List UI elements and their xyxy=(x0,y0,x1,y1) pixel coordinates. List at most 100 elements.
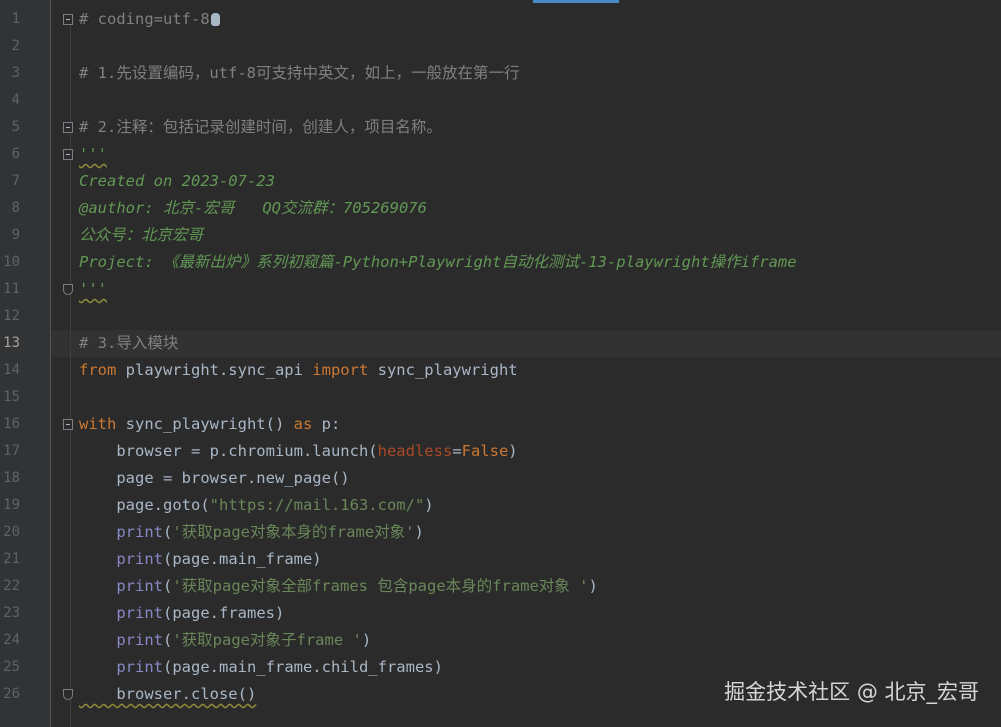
code-line[interactable]: 23 print(page.frames) xyxy=(0,600,1001,627)
code-line[interactable]: 11 ''' xyxy=(0,276,1001,303)
code-line[interactable]: 18 page = browser.new_page() xyxy=(0,465,1001,492)
code-line[interactable]: 7 Created on 2023-07-23 xyxy=(0,168,1001,195)
code-token: '获取page对象本身的frame对象' xyxy=(172,523,415,541)
line-number: 19 xyxy=(3,497,20,513)
fold-toggle-icon[interactable] xyxy=(63,419,73,430)
code-token: ) xyxy=(361,631,372,649)
code-text: print(page.frames) xyxy=(79,600,284,627)
code-token: Created on 2023-07-23 xyxy=(79,172,275,190)
code-text: browser.close() xyxy=(79,681,256,708)
code-line[interactable]: 20 print('获取page对象本身的frame对象') xyxy=(0,519,1001,546)
code-token: page.goto( xyxy=(79,496,210,514)
line-number: 26 xyxy=(3,686,20,702)
code-text: print(page.main_frame.child_frames) xyxy=(79,654,443,681)
code-editor[interactable]: 1 # coding=utf-8 2 3 # 1.先设置编码，utf-8可支持中英文，如… xyxy=(0,0,1001,727)
code-line[interactable]: 21 print(page.main_frame) xyxy=(0,546,1001,573)
code-line[interactable]: 16 with sync_playwright() as p: xyxy=(0,411,1001,438)
code-line[interactable]: 4 xyxy=(0,87,1001,114)
code-token: 公众号：北京宏哥 xyxy=(79,226,204,244)
line-number: 1 xyxy=(11,11,20,27)
active-tab-indicator xyxy=(533,0,619,3)
code-token: ( xyxy=(163,631,173,649)
code-token: ) xyxy=(588,577,598,595)
code-token: ''' xyxy=(79,280,107,298)
watermark: 掘金技术社区 @ 北京_宏哥 xyxy=(724,680,979,704)
code-token: # 2.注释：包括记录创建时间，创建人，项目名称。 xyxy=(79,118,442,136)
code-line[interactable]: 12 xyxy=(0,303,1001,330)
code-text: # 3.导入模块 xyxy=(79,330,178,357)
line-number: 7 xyxy=(11,173,20,189)
code-token: print xyxy=(116,604,163,622)
code-line[interactable]: 8 @author: 北京-宏哥 QQ交流群：705269076 xyxy=(0,195,1001,222)
fold-toggle-icon[interactable] xyxy=(63,149,73,160)
code-line[interactable]: 1 # coding=utf-8 xyxy=(0,6,1001,33)
code-token: print xyxy=(116,631,163,649)
code-text: ''' xyxy=(79,141,107,168)
code-token: from xyxy=(79,361,117,379)
code-token: sync_playwright xyxy=(368,361,518,379)
line-number: 14 xyxy=(3,362,20,378)
line-number: 2 xyxy=(11,38,20,54)
line-number: 6 xyxy=(11,146,20,162)
code-token: # 1.先设置编码，utf-8可支持中英文，如上，一般放在第一行 xyxy=(79,64,520,82)
line-number: 4 xyxy=(11,92,20,108)
code-text: with sync_playwright() as p: xyxy=(79,411,340,438)
code-token: print xyxy=(116,523,163,541)
line-number: 21 xyxy=(3,551,20,567)
code-token: (page.frames) xyxy=(163,604,285,622)
fold-toggle-icon[interactable] xyxy=(63,122,73,133)
code-line[interactable]: 6 ''' xyxy=(0,141,1001,168)
code-token: with xyxy=(79,415,117,433)
fold-toggle-icon[interactable] xyxy=(63,14,73,25)
code-line[interactable]: 14 from playwright.sync_api import sync_p… xyxy=(0,357,1001,384)
code-token: (page.main_frame.child_frames) xyxy=(163,658,443,676)
code-text: page.goto("https://mail.163.com/") xyxy=(79,492,433,519)
code-token: # coding=utf-8 xyxy=(79,10,210,28)
code-token: playwright.sync_api xyxy=(116,361,313,379)
line-number: 16 xyxy=(3,416,20,432)
code-token: import xyxy=(312,361,369,379)
code-line[interactable]: 5 # 2.注释：包括记录创建时间，创建人，项目名称。 xyxy=(0,114,1001,141)
code-text: # coding=utf-8 xyxy=(79,6,220,33)
fold-toggle-icon[interactable] xyxy=(63,284,73,295)
code-text: ''' xyxy=(79,276,107,303)
code-line[interactable]: 15 xyxy=(0,384,1001,411)
code-text: print('获取page对象本身的frame对象') xyxy=(79,519,424,546)
code-token: Project: 《最新出炉》系列初窥篇-Python+Playwright自动… xyxy=(79,253,797,271)
line-number: 17 xyxy=(3,443,20,459)
code-text: print('获取page对象全部frames 包含page本身的frame对象… xyxy=(79,573,598,600)
code-line[interactable]: 13 # 3.导入模块 xyxy=(0,330,1001,357)
code-line[interactable]: 10 Project: 《最新出炉》系列初窥篇-Python+Playwright… xyxy=(0,249,1001,276)
code-line[interactable]: 9 公众号：北京宏哥 xyxy=(0,222,1001,249)
code-line[interactable]: 17 browser = p.chromium.launch(headless=… xyxy=(0,438,1001,465)
code-line[interactable]: 24 print('获取page对象子frame ') xyxy=(0,627,1001,654)
code-token: print xyxy=(116,658,163,676)
code-line[interactable]: 19 page.goto("https://mail.163.com/") xyxy=(0,492,1001,519)
code-text: 公众号：北京宏哥 xyxy=(79,222,203,249)
line-number: 22 xyxy=(3,578,20,594)
code-token: ( xyxy=(163,523,173,541)
code-token: '获取page对象子frame ' xyxy=(172,631,362,649)
line-number: 23 xyxy=(3,605,20,621)
line-number: 13 xyxy=(3,335,20,351)
code-token: (page.main_frame) xyxy=(163,550,322,568)
code-line[interactable]: 2 xyxy=(0,33,1001,60)
line-number: 10 xyxy=(3,254,20,270)
code-line[interactable]: 3 # 1.先设置编码，utf-8可支持中英文，如上，一般放在第一行 xyxy=(0,60,1001,87)
code-token: ) xyxy=(414,523,424,541)
fold-toggle-icon[interactable] xyxy=(63,689,73,700)
line-number: 5 xyxy=(11,119,20,135)
code-token: print xyxy=(116,577,163,595)
code-text: print('获取page对象子frame ') xyxy=(79,627,371,654)
code-token: ( xyxy=(163,577,173,595)
code-token: = xyxy=(452,442,462,460)
code-token: '获取page对象全部frames 包含page本身的frame对象 ' xyxy=(172,577,589,595)
code-token: # 3.导入模块 xyxy=(79,334,179,352)
code-line[interactable]: 22 print('获取page对象全部frames 包含page本身的fram… xyxy=(0,573,1001,600)
line-number: 8 xyxy=(11,200,20,216)
code-text: browser = p.chromium.launch(headless=Fal… xyxy=(79,438,517,465)
code-token: ''' xyxy=(79,145,107,163)
